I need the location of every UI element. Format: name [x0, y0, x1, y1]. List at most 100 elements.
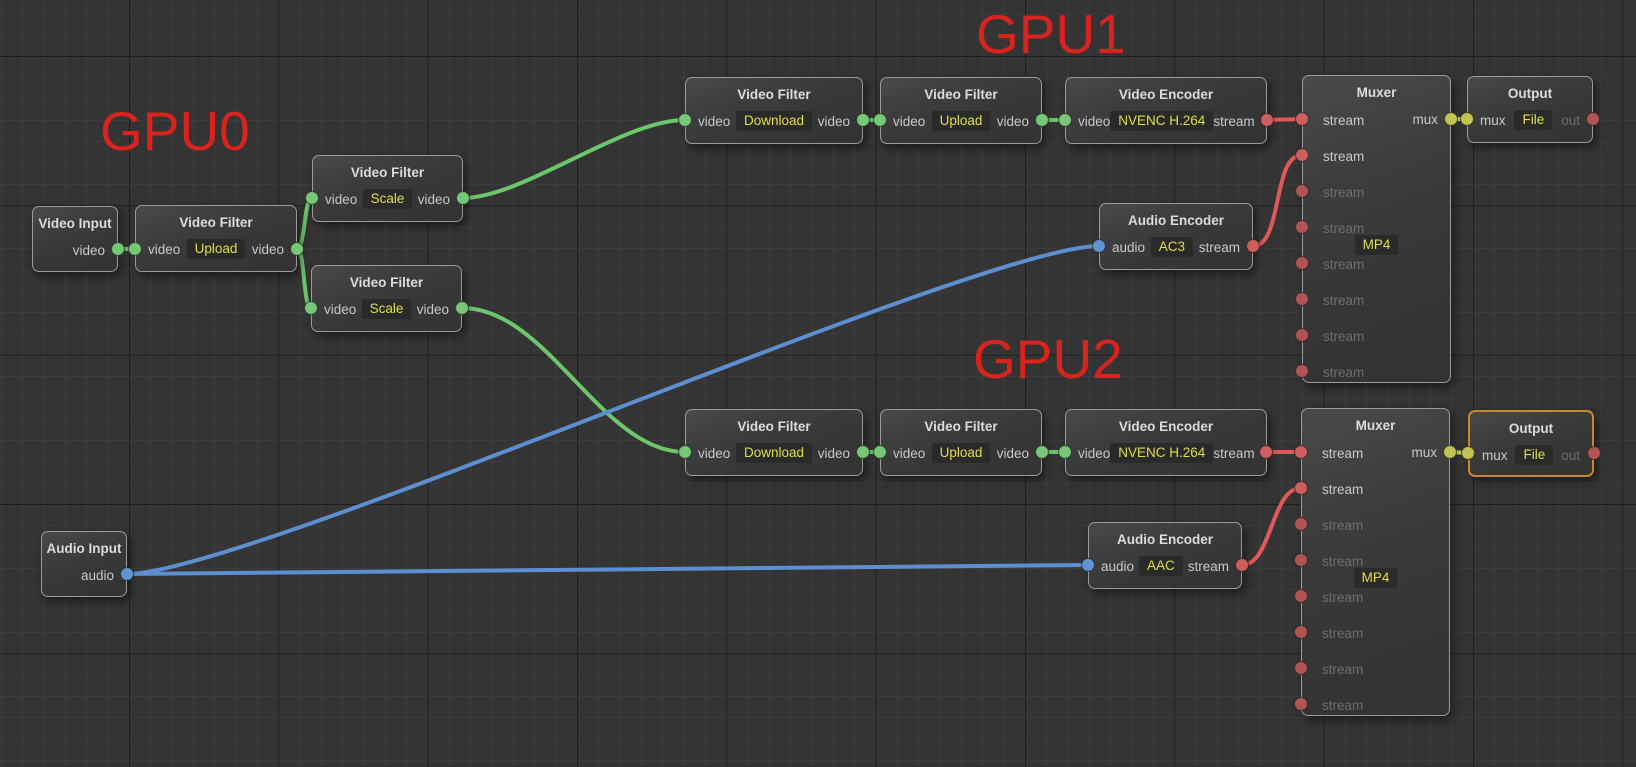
input-port-label: stream: [1322, 482, 1363, 497]
output-port-label: out: [1561, 113, 1580, 128]
node-title: Video Filter: [313, 165, 462, 180]
wire-mux[interactable]: [1450, 452, 1468, 453]
wire-stream[interactable]: [1267, 119, 1302, 120]
output-port-label: video: [252, 242, 284, 257]
output-port-label: stream: [1199, 240, 1240, 255]
input-port-label: video: [324, 302, 356, 317]
output-port-label: video: [417, 302, 449, 317]
node-video-encoder-gpu2[interactable]: Video Encoder video NVENC H.264 stream: [1065, 409, 1267, 476]
param-chip: MP4: [1355, 235, 1399, 255]
node-title: Video Filter: [881, 419, 1041, 434]
input-port-label: video: [698, 114, 730, 129]
output-port-label: video: [73, 243, 105, 258]
node-title: Video Encoder: [1066, 419, 1266, 434]
output-port-label: out: [1561, 448, 1580, 463]
node-title: Output: [1470, 421, 1592, 436]
wire-video[interactable]: [462, 308, 685, 452]
input-port-label: audio: [1101, 559, 1134, 574]
param-chip: File: [1515, 445, 1553, 465]
node-video-filter-upload-source[interactable]: Video Filter video Upload video: [135, 205, 297, 272]
node-video-filter-upload-gpu2[interactable]: Video Filter video Upload video: [880, 409, 1042, 476]
node-audio-input[interactable]: Audio Input audio: [41, 531, 127, 597]
node-output-1[interactable]: Output mux File out: [1467, 76, 1593, 143]
param-chip: Upload: [187, 239, 246, 259]
output-port-label: video: [997, 446, 1029, 461]
param-chip: File: [1514, 110, 1552, 130]
node-title: Audio Input: [42, 541, 126, 556]
node-video-filter-download-gpu2[interactable]: Video Filter video Download video: [685, 409, 863, 476]
input-port-label: stream: [1322, 554, 1363, 569]
input-port-label: stream: [1322, 662, 1363, 677]
node-muxer-1[interactable]: Muxer mux stream stream stream stream st…: [1302, 75, 1451, 383]
output-port-label: video: [818, 114, 850, 129]
input-port-label: video: [698, 446, 730, 461]
node-title: Video Filter: [312, 275, 461, 290]
input-port-label: stream: [1323, 221, 1364, 236]
node-video-filter-scale-b[interactable]: Video Filter video Scale video: [311, 265, 462, 332]
input-port-label: video: [1078, 446, 1110, 461]
param-chip: Upload: [932, 443, 991, 463]
input-port-label: stream: [1323, 149, 1364, 164]
node-graph-canvas[interactable]: GPU0 GPU1 GPU2 Video Input video Video F…: [0, 0, 1636, 767]
param-chip: NVENC H.264: [1110, 443, 1213, 463]
node-title: Audio Encoder: [1089, 532, 1241, 547]
output-port-label: video: [818, 446, 850, 461]
input-port-label: mux: [1480, 113, 1506, 128]
node-video-encoder-gpu1[interactable]: Video Encoder video NVENC H.264 stream: [1065, 77, 1267, 144]
input-port-label: stream: [1323, 293, 1364, 308]
wire-video[interactable]: [463, 120, 685, 198]
input-port-label: stream: [1322, 446, 1363, 461]
input-port-label: mux: [1482, 448, 1508, 463]
wire-stream[interactable]: [1242, 488, 1301, 565]
node-title: Video Input: [33, 216, 117, 231]
param-chip: Download: [736, 111, 812, 131]
node-title: Audio Encoder: [1100, 213, 1252, 228]
input-port-label: stream: [1322, 518, 1363, 533]
node-video-filter-scale-a[interactable]: Video Filter video Scale video: [312, 155, 463, 222]
output-port-label: stream: [1188, 559, 1229, 574]
output-port-label: audio: [81, 568, 114, 583]
input-port-label: stream: [1323, 329, 1364, 344]
node-title: Video Encoder: [1066, 87, 1266, 102]
node-output-2[interactable]: Output mux File out: [1468, 410, 1594, 477]
node-muxer-2[interactable]: Muxer mux stream stream stream stream st…: [1301, 408, 1450, 716]
param-chip: AC3: [1151, 237, 1193, 257]
node-audio-encoder-ac3[interactable]: Audio Encoder audio AC3 stream: [1099, 203, 1253, 270]
wire-video[interactable]: [297, 249, 311, 308]
param-chip: Download: [736, 443, 812, 463]
gpu1-label: GPU1: [976, 7, 1126, 62]
input-port-label: video: [893, 114, 925, 129]
param-chip: AAC: [1139, 556, 1183, 576]
param-chip: Scale: [362, 299, 412, 319]
node-video-filter-upload-gpu1[interactable]: Video Filter video Upload video: [880, 77, 1042, 144]
output-port-label: video: [997, 114, 1029, 129]
node-title: Video Filter: [686, 419, 862, 434]
input-port-label: stream: [1322, 698, 1363, 713]
wire-audio[interactable]: [127, 565, 1088, 574]
node-video-input[interactable]: Video Input video: [32, 206, 118, 272]
node-title: Muxer: [1302, 418, 1449, 433]
input-port-label: stream: [1322, 590, 1363, 605]
input-port-label: video: [893, 446, 925, 461]
input-port-label: video: [1078, 114, 1110, 129]
input-port-label: video: [148, 242, 180, 257]
gpu2-label: GPU2: [973, 332, 1123, 387]
input-port-label: stream: [1322, 626, 1363, 641]
param-chip: Scale: [363, 189, 413, 209]
wire-video[interactable]: [297, 198, 312, 249]
node-video-filter-download-gpu1[interactable]: Video Filter video Download video: [685, 77, 863, 144]
input-port-label: stream: [1323, 257, 1364, 272]
param-chip: MP4: [1354, 568, 1398, 588]
node-audio-encoder-aac[interactable]: Audio Encoder audio AAC stream: [1088, 522, 1242, 589]
wire-stream[interactable]: [1253, 155, 1302, 246]
output-port-label: video: [418, 192, 450, 207]
param-chip: Upload: [932, 111, 991, 131]
param-chip: NVENC H.264: [1110, 111, 1213, 131]
input-port-label: video: [325, 192, 357, 207]
input-port-label: audio: [1112, 240, 1145, 255]
node-title: Muxer: [1303, 85, 1450, 100]
node-title: Video Filter: [686, 87, 862, 102]
input-port-label: stream: [1323, 113, 1364, 128]
gpu0-label: GPU0: [100, 104, 250, 159]
node-title: Video Filter: [136, 215, 296, 230]
